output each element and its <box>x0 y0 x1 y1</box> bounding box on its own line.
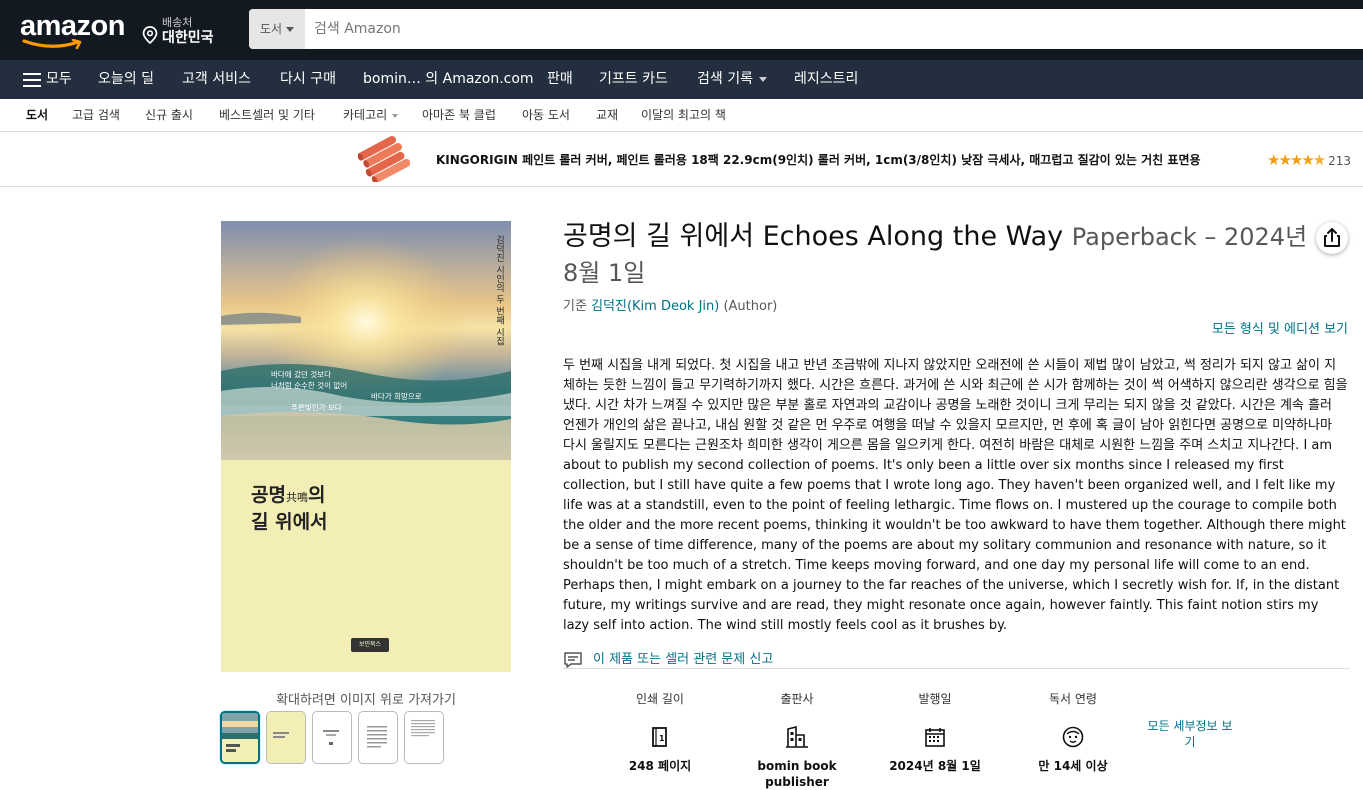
hamburger-icon <box>23 73 41 87</box>
ad-rating[interactable]: ★★★★★ 213 <box>1267 151 1351 169</box>
thumbnail-page-icon <box>267 712 305 763</box>
nav-item-deals[interactable]: 오늘의 딜 <box>98 60 154 99</box>
detail-label: 출판사 <box>780 692 814 706</box>
nav-item-buy-again[interactable]: 다시 구매 <box>280 60 336 99</box>
detail-print-length: 인쇄 길이 1 248 페이지 <box>590 690 730 774</box>
subnav-categories-label: 카테고리 <box>343 108 388 122</box>
main-nav: 모두 오늘의 딜 고객 서비스 다시 구매 bomin… 의 Amazon.co… <box>0 60 1363 99</box>
nav-item-gift-cards[interactable]: 기프트 카드 <box>599 60 668 99</box>
cover-poem-line: 바다에 갔던 것보다 <box>271 370 331 379</box>
thumbnail-cover-icon <box>222 713 258 762</box>
star-rating-icon: ★★★★ <box>1267 151 1315 169</box>
top-header: amazon 배송처 대한민국 도서 <box>0 0 1363 60</box>
nav-item-your-amazon[interactable]: bomin… 의 Amazon.com <box>363 60 534 99</box>
cover-title-hanja: 共鳴 <box>285 491 308 504</box>
deliver-location: 대한민국 <box>162 30 214 46</box>
search-input[interactable] <box>305 9 1363 49</box>
amazon-smile-icon <box>22 39 82 49</box>
author-byline: 기준 김덕진(Kim Deok Jin) (Author) <box>563 295 777 314</box>
product-title: 공명의 길 위에서 Echoes Along the Way Paperback… <box>563 219 1323 291</box>
thumbnail-1[interactable] <box>220 711 260 764</box>
detail-reading-age: 독서 연령 만 14세 이상 <box>1003 690 1143 774</box>
paint-roller-image[interactable] <box>358 136 410 182</box>
product-title-text: 공명의 길 위에서 Echoes Along the Way <box>563 221 1064 252</box>
all-formats-link[interactable]: 모든 형식 및 에디션 보기 <box>1190 318 1348 337</box>
detail-publisher: 출판사 bomin book publisher <box>727 690 867 790</box>
detail-publication-date: 발행일 2024년 8월 1일 <box>865 690 1005 774</box>
nav-item-registry[interactable]: 레지스트리 <box>794 60 858 99</box>
cover-poem-line: 푸른빛인가 보다 <box>291 403 342 412</box>
byline-prefix: 기준 <box>563 299 587 314</box>
nav-item-browsing-history[interactable]: 검색 기록 <box>697 60 767 99</box>
subnav-books[interactable]: 도서 <box>26 99 48 132</box>
detail-label: 인쇄 길이 <box>636 692 684 706</box>
more-details-link[interactable]: 모든 세부정보 보기 <box>1144 718 1236 750</box>
cover-title-part: 공명 <box>251 484 286 506</box>
sea-sunset-painting <box>221 221 511 460</box>
cover-vertical-text: 김덕진 시인의 두 번째 시집 <box>494 235 504 346</box>
chevron-down-icon <box>392 113 399 118</box>
thumbnail-page-icon <box>411 720 435 737</box>
cover-poem-line: 너처럼 순수한 것이 없어 <box>271 381 348 390</box>
share-icon <box>1324 228 1340 247</box>
nav-all-label: 모두 <box>46 71 72 87</box>
search-category-dropdown[interactable]: 도서 <box>249 9 305 49</box>
thumbnail-5[interactable] <box>404 711 444 764</box>
subnav-best-sellers[interactable]: 베스트셀러 및 기타 <box>219 99 315 132</box>
thumbnail-2[interactable] <box>266 711 306 764</box>
cover-title-line2: 길 위에서 <box>251 511 328 533</box>
chevron-down-icon <box>286 27 295 32</box>
product-description: 두 번째 시집을 내게 되었다. 첫 시집을 내고 반년 조금밖에 지나지 않았… <box>563 358 1348 633</box>
books-subnav: 도서 고급 검색 신규 출시 베스트셀러 및 기타 카테고리 아마존 북 클럽 … <box>0 99 1363 132</box>
report-issue-link[interactable]: 이 제품 또는 셀러 관련 문제 신고 <box>563 648 773 669</box>
report-issue-label: 이 제품 또는 셀러 관련 문제 신고 <box>593 652 774 667</box>
book-pages-icon: 1 <box>652 727 667 747</box>
calendar-icon <box>925 728 945 747</box>
cover-title-part: 의 <box>307 484 326 506</box>
ad-review-count: 213 <box>1328 154 1351 168</box>
svg-text:1: 1 <box>659 734 665 743</box>
zoom-hint: 확대하려면 이미지 위로 가져가기 <box>276 693 456 708</box>
thumbnail-3[interactable] <box>312 711 352 764</box>
search-category-label: 도서 <box>260 22 283 36</box>
author-role: (Author) <box>723 299 778 314</box>
nav-item-customer-service[interactable]: 고객 서비스 <box>182 60 251 99</box>
detail-value: 248 페이지 <box>628 759 692 773</box>
detail-label: 독서 연령 <box>1049 692 1097 706</box>
author-link[interactable]: 김덕진(Kim Deok Jin) <box>591 299 719 314</box>
nav-browsing-history-label: 검색 기록 <box>697 71 753 87</box>
sponsored-ad-banner[interactable]: KINGORIGIN 페인트 롤러 커버, 페인트 롤러용 18팩 22.9cm… <box>0 133 1363 187</box>
share-button[interactable] <box>1316 222 1348 254</box>
subnav-categories[interactable]: 카테고리 <box>343 99 399 132</box>
detail-value: 2024년 8월 1일 <box>889 759 981 773</box>
subnav-advanced-search[interactable]: 고급 검색 <box>72 99 120 132</box>
ad-product-title[interactable]: KINGORIGIN 페인트 롤러 커버, 페인트 롤러용 18팩 22.9cm… <box>436 151 1201 168</box>
subnav-new-releases[interactable]: 신규 출시 <box>145 99 193 132</box>
section-divider <box>563 668 1350 669</box>
report-chat-icon <box>564 651 582 668</box>
cover-publisher-logo: 보민북스 <box>351 638 389 652</box>
subnav-childrens-books[interactable]: 아동 도서 <box>522 99 570 132</box>
face-icon <box>1062 726 1084 748</box>
cover-poem: 바다에 갔던 것보다 너처럼 순수한 것이 없어 바다가 희망으로 푸른빛인가 … <box>271 369 501 413</box>
building-icon <box>786 725 808 748</box>
chevron-down-icon <box>758 76 767 82</box>
half-star-icon: ★ <box>1312 151 1327 169</box>
cover-title: 공명共鳴의 길 위에서 <box>251 483 328 535</box>
nav-all-menu[interactable]: 모두 <box>23 60 72 99</box>
location-pin-icon <box>142 26 158 44</box>
detail-value: bomin book publisher <box>757 759 837 789</box>
thumbnail-page-icon <box>367 726 387 748</box>
detail-label: 발행일 <box>918 692 952 706</box>
thumbnail-4[interactable] <box>358 711 398 764</box>
book-cover-image[interactable]: 김덕진 시인의 두 번째 시집 바다에 갔던 것보다 너처럼 순수한 것이 없어… <box>221 221 511 672</box>
search-bar: 도서 <box>249 9 1363 49</box>
detail-value: 만 14세 이상 <box>1038 759 1108 773</box>
nav-item-sell[interactable]: 판매 <box>547 60 573 99</box>
subnav-book-club[interactable]: 아마존 북 클럽 <box>422 99 496 132</box>
cover-poem-line: 바다가 희망으로 <box>371 392 422 401</box>
subnav-textbooks[interactable]: 교재 <box>596 99 618 132</box>
thumbnail-page-icon <box>323 730 339 745</box>
subnav-best-books-of-month[interactable]: 이달의 최고의 책 <box>641 99 726 132</box>
